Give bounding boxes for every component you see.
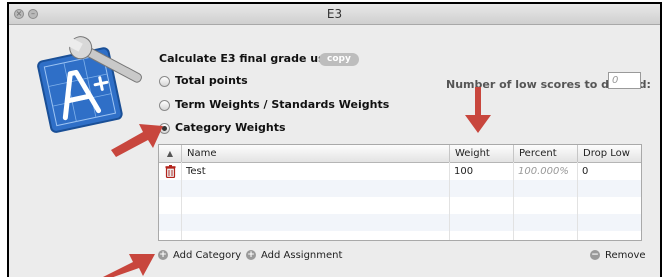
cell-weight[interactable]: 100 — [449, 163, 473, 180]
annotation-arrow — [103, 254, 155, 277]
column-divider — [577, 162, 578, 240]
window-title: E3 — [326, 7, 343, 21]
cell-percent: 100.000% — [518, 166, 569, 177]
radio-total-points[interactable] — [159, 76, 170, 87]
title-bar: × – E3 — [9, 4, 660, 25]
copy-button[interactable]: copy — [319, 53, 359, 66]
add-category-label: Add Category — [173, 250, 242, 261]
cell-name[interactable]: Test — [181, 163, 206, 180]
column-header-percent[interactable]: Percent — [513, 145, 577, 162]
remove-label: Remove — [605, 250, 646, 261]
remove-button[interactable]: − Remove — [590, 249, 646, 263]
column-divider — [513, 162, 514, 240]
radio-term-weights[interactable] — [159, 100, 170, 111]
annotation-arrow — [465, 87, 491, 133]
remove-icon: − — [590, 250, 600, 260]
table-row-empty — [159, 197, 641, 214]
window-frame: × – E3 Calculate E3 final grade using: c… — [7, 2, 662, 277]
column-divider — [449, 162, 450, 240]
option-label-category-weights: Category Weights — [175, 121, 286, 134]
table-row-empty — [159, 180, 641, 197]
option-label-term-weights: Term Weights / Standards Weights — [175, 98, 390, 111]
add-assignment-button[interactable]: + Add Assignment — [246, 249, 342, 263]
add-icon: + — [246, 250, 256, 260]
cell-drop-low[interactable]: 0 — [577, 163, 588, 180]
annotation-arrow — [111, 124, 163, 157]
category-table: ▲ Name Weight Percent Drop Low Test 100 … — [158, 144, 642, 241]
low-scores-input[interactable]: 0 — [608, 72, 641, 89]
column-divider — [181, 162, 182, 240]
column-header-drop-low[interactable]: Drop Low — [577, 145, 641, 162]
delete-row-icon[interactable] — [165, 165, 176, 178]
column-header-weight[interactable]: Weight — [449, 145, 513, 162]
table-header: ▲ Name Weight Percent Drop Low — [159, 145, 641, 163]
column-header-name[interactable]: Name — [181, 145, 449, 162]
add-category-button[interactable]: + Add Category — [158, 249, 241, 263]
option-label-total-points: Total points — [175, 74, 248, 87]
window: × – E3 Calculate E3 final grade using: c… — [9, 4, 660, 277]
add-assignment-label: Add Assignment — [261, 250, 343, 261]
table-row-empty — [159, 214, 641, 231]
add-icon: + — [158, 250, 168, 260]
table-row[interactable]: Test 100 100.000% 0 — [159, 163, 641, 180]
